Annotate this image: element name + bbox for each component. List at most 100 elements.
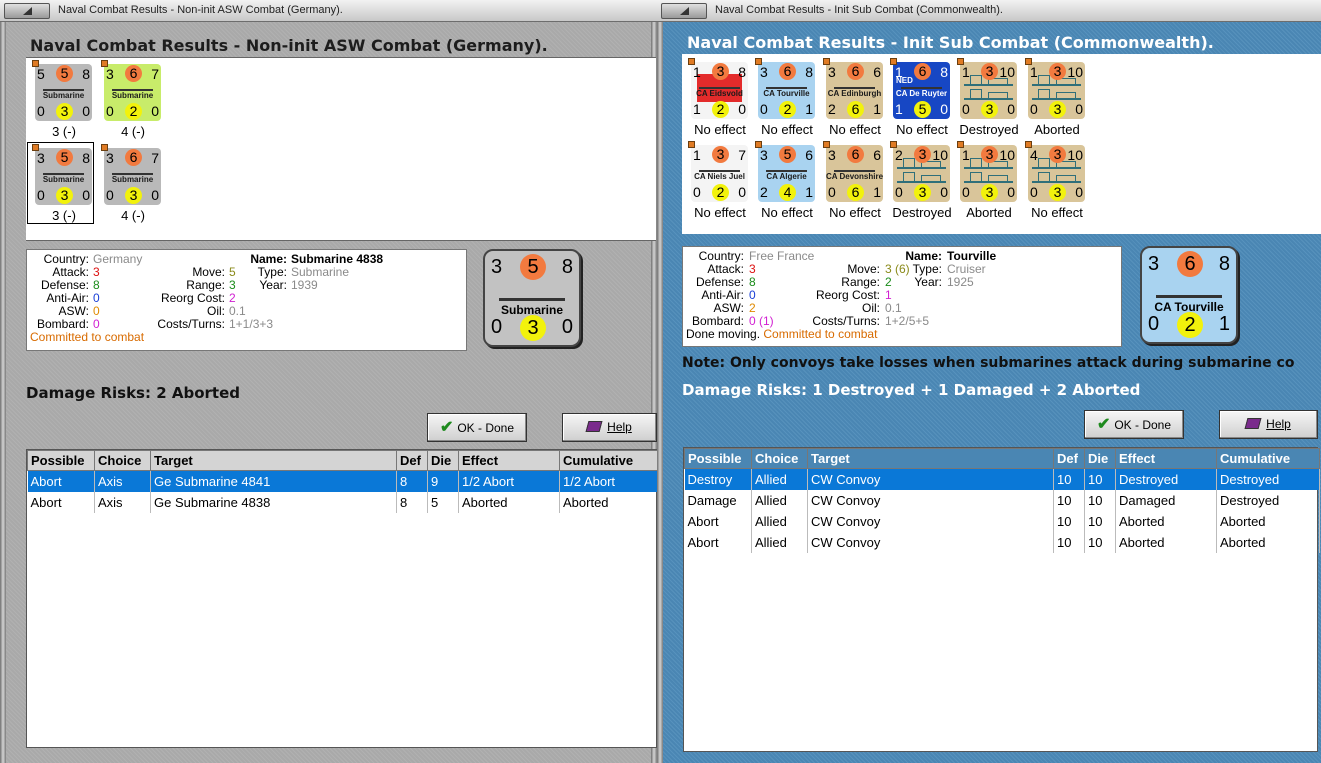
unit-range: 3 [981, 101, 998, 118]
unit-range: 5 [914, 101, 931, 118]
damage-risks: Damage Risks: 1 Destroyed + 1 Damaged + … [682, 381, 1141, 399]
table-cell: CW Convoy [807, 468, 1054, 490]
table-row[interactable]: Damage Allied CW Convoy 10 10 Damaged Destroye… [684, 489, 1320, 511]
table-cell: Allied [751, 489, 808, 511]
column-header-effect[interactable]: Effect [1115, 448, 1217, 469]
table-cell: Abort [684, 510, 752, 532]
column-header-cumulative[interactable]: Cumulative [559, 450, 657, 471]
unit-defense: 6 [805, 147, 813, 163]
unit-attack: 3 [106, 150, 114, 166]
table-row[interactable]: Abort Axis Ge Submarine 4838 8 5 Aborted Abort… [27, 491, 657, 513]
table-row[interactable]: Abort Axis Ge Submarine 4841 8 9 1/2 Abort 1/2… [27, 470, 657, 492]
ok-done-button[interactable]: ✔ OK - Done [1084, 410, 1184, 439]
column-header-die[interactable]: Die [1084, 448, 1116, 469]
page-title: Naval Combat Results - Non-init ASW Comb… [30, 36, 548, 55]
help-button[interactable]: Help [1219, 410, 1318, 439]
unit-counter[interactable]: 1 3 10 0 3 0 [960, 62, 1017, 119]
unit-movement: 3 [981, 146, 998, 163]
table-cell: 1/2 Abort [458, 470, 560, 492]
window-menu-button[interactable] [661, 3, 707, 19]
table-row[interactable]: Abort Allied CW Convoy 10 10 Aborted Aborted [684, 531, 1320, 553]
unit-name: Submarine [42, 91, 85, 100]
unit-counter[interactable]: 1 3 8 CA Eidsvold 1 2 0 [691, 62, 748, 119]
unit-counter[interactable]: NED 1 6 8 CA De Ruyter 1 5 0 [893, 62, 950, 119]
info-value-country: Germany [93, 252, 143, 266]
unit-counter[interactable]: 3 5 6 CA Algerie 2 4 1 [758, 145, 815, 202]
unit-counter[interactable]: 1 3 7 CA Niels Juel 0 2 0 [691, 145, 748, 202]
unit-range: 2 [712, 101, 729, 118]
unit-defense: 8 [738, 64, 746, 80]
unit-name: CA Eidsvold [696, 89, 743, 98]
unit-attack: 1 [962, 64, 970, 80]
column-header-cumulative[interactable]: Cumulative [1216, 448, 1320, 469]
unit-counter[interactable]: 1 3 10 0 3 0 [960, 145, 1017, 202]
table-cell: Destroy [684, 468, 752, 490]
column-header-def[interactable]: Def [396, 450, 428, 471]
unit-attack: 1 [962, 147, 970, 163]
unit-result: 4 (-) [121, 124, 145, 139]
unit-range: 3 [520, 315, 546, 341]
unit-counter[interactable]: 3 6 7 Submarine 0 2 0 [104, 64, 161, 121]
column-header-die[interactable]: Die [427, 450, 459, 471]
unit-result: Aborted [1034, 122, 1080, 137]
unit-counter[interactable]: 3 6 6 CA Edinburgh 2 6 1 [826, 62, 883, 119]
unit-movement: 6 [914, 63, 931, 80]
table-cell: Abort [27, 491, 95, 513]
unit-attack: 3 [828, 147, 836, 163]
unit-counter[interactable]: 4 3 10 0 3 0 [1028, 145, 1085, 202]
left-combat-window: Naval Combat Results - Non-init ASW Comb… [0, 0, 657, 763]
left-title-bar[interactable]: Naval Combat Results - Non-init ASW Comb… [0, 0, 657, 22]
column-header-choice[interactable]: Choice [94, 450, 151, 471]
column-header-def[interactable]: Def [1053, 448, 1085, 469]
help-button[interactable]: Help [562, 413, 657, 442]
unit-asw: 0 [940, 184, 948, 200]
unit-movement: 6 [125, 149, 142, 166]
unit-antiair: 0 [1148, 313, 1160, 335]
checkmark-icon: ✔ [439, 419, 454, 436]
unit-name: CA Niels Juel [694, 172, 745, 181]
unit-counter[interactable]: 2 3 10 0 3 0 [893, 145, 950, 202]
unit-counters-panel: 1 3 8 CA Eidsvold 1 2 0 No effect 3 6 8 CA Tourvill… [682, 54, 1321, 234]
unit-counter[interactable]: 3 6 8 CA Tourville 0 2 1 [758, 62, 815, 119]
unit-counter[interactable]: 5 5 8 Submarine 0 3 0 [35, 64, 92, 121]
unit-defense: 6 [873, 64, 881, 80]
column-header-target[interactable]: Target [807, 448, 1054, 469]
unit-antiair: 2 [828, 101, 836, 117]
table-cell: Aborted [1216, 510, 1320, 532]
unit-name: Submarine [111, 175, 154, 184]
column-header-choice[interactable]: Choice [751, 448, 808, 469]
unit-marker-icon [957, 141, 964, 148]
table-row[interactable]: Abort Allied CW Convoy 10 10 Aborted Aborted [684, 510, 1320, 532]
table-cell: CW Convoy [807, 531, 1054, 553]
unit-antiair: 1 [895, 101, 903, 117]
unit-movement: 6 [1177, 251, 1203, 277]
right-title-bar[interactable]: Naval Combat Results - Init Sub Combat (… [657, 0, 1321, 22]
unit-antiair: 0 [760, 101, 768, 117]
unit-counters-panel: 5 5 8 Submarine 0 3 0 3 (-) 3 6 7 Submarine 0 2 0 4 (-)… [26, 57, 656, 241]
unit-marker-icon [890, 141, 897, 148]
unit-counter[interactable]: 3 6 6 CA Devonshire 0 6 1 [826, 145, 883, 202]
table-row[interactable]: Destroy Allied CW Convoy 10 10 Destroyed Destr… [684, 468, 1320, 490]
table-cell: Destroyed [1115, 468, 1217, 490]
column-header-effect[interactable]: Effect [458, 450, 560, 471]
unit-attack: 1 [693, 147, 701, 163]
column-header-target[interactable]: Target [150, 450, 397, 471]
unit-asw: 0 [82, 103, 90, 119]
unit-attack: 1 [693, 64, 701, 80]
table-cell: 10 [1084, 468, 1116, 490]
column-header-possible[interactable]: Possible [684, 448, 752, 469]
unit-movement: 6 [779, 63, 796, 80]
results-table: Possible Choice Target Def Die Effect Cumulati… [684, 448, 1320, 553]
column-header-possible[interactable]: Possible [27, 450, 95, 471]
unit-attack: 5 [37, 66, 45, 82]
table-cell: Ge Submarine 4841 [150, 470, 397, 492]
unit-counter[interactable]: 1 3 10 0 3 0 [1028, 62, 1085, 119]
unit-counter[interactable]: 3 6 7 Submarine 0 3 0 [104, 148, 161, 205]
unit-movement: 3 [914, 146, 931, 163]
unit-asw: 1 [1218, 313, 1230, 335]
unit-attack: 2 [895, 147, 903, 163]
window-menu-button[interactable] [4, 3, 50, 19]
ok-done-button[interactable]: ✔ OK - Done [427, 413, 527, 442]
unit-asw: 0 [1007, 101, 1015, 117]
unit-asw: 0 [151, 187, 159, 203]
